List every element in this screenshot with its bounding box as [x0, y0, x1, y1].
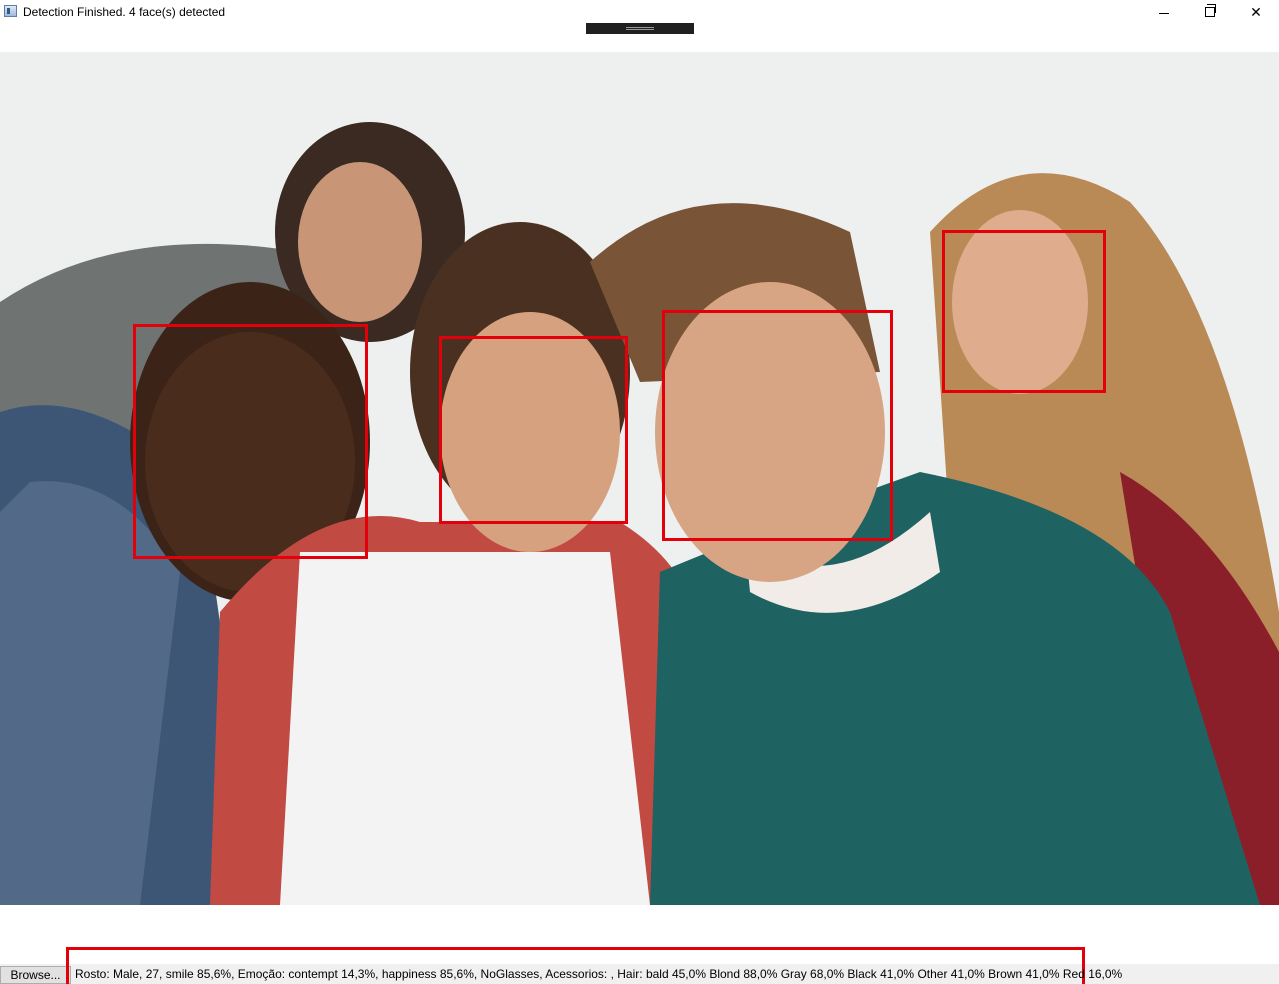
face-box-3: [662, 310, 893, 541]
face-description-text: Rosto: Male, 27, smile 85,6%, Emoção: co…: [75, 967, 1123, 981]
minimize-icon: [1159, 12, 1169, 14]
grip-lines-icon: [626, 27, 654, 30]
face-box-1: [133, 324, 368, 559]
restore-icon: [1205, 4, 1216, 17]
close-button[interactable]: ✕: [1233, 0, 1279, 24]
minimize-button[interactable]: [1141, 0, 1187, 24]
window-app-icon: [4, 5, 17, 17]
window-title: Detection Finished. 4 face(s) detected: [23, 5, 226, 19]
browse-button[interactable]: Browse...: [0, 966, 71, 984]
close-icon: ✕: [1250, 3, 1262, 20]
restore-button[interactable]: [1187, 0, 1233, 24]
face-box-4: [942, 230, 1106, 393]
drag-grip[interactable]: [586, 23, 694, 34]
face-box-2: [439, 336, 628, 524]
